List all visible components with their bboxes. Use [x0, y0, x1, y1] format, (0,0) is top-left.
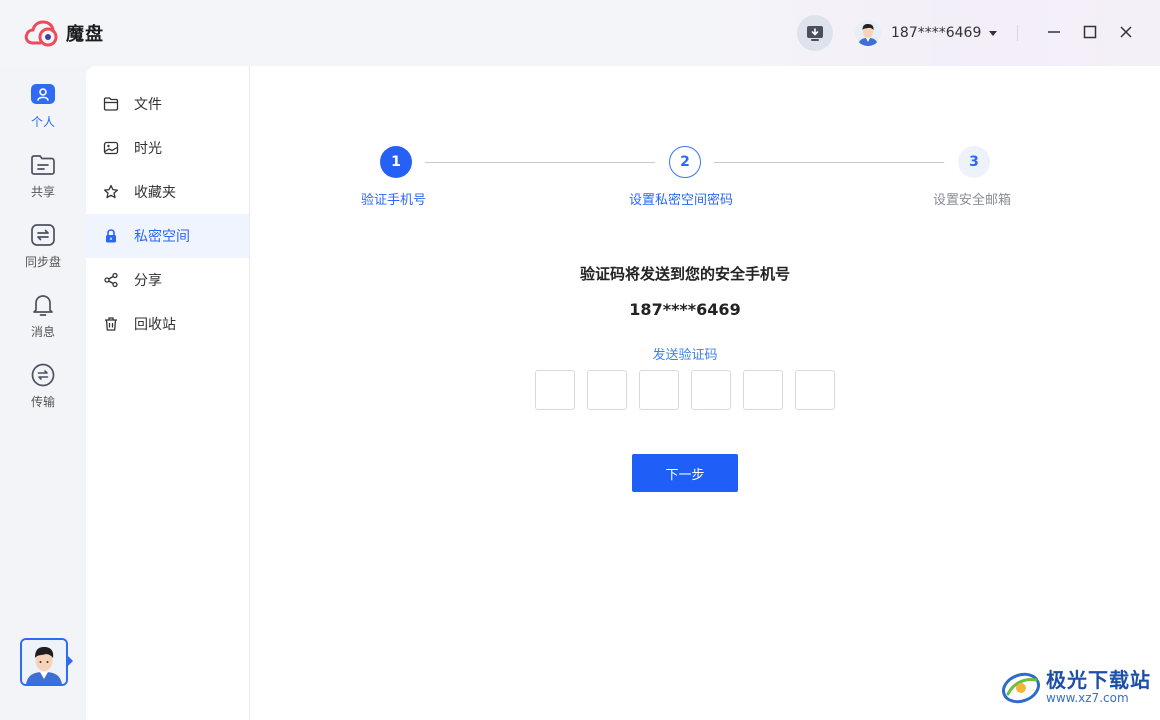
step-2-label: 设置私密空间密码 [629, 193, 734, 208]
step-3-label: 设置安全邮箱 [933, 193, 1012, 208]
minimize-button[interactable] [1044, 22, 1064, 42]
nav-item-files[interactable]: 文件 [86, 82, 249, 126]
rail-label: 同步盘 [24, 255, 61, 269]
close-icon [1120, 26, 1132, 38]
watermark-logo-icon [1002, 672, 1040, 704]
step-connector [714, 162, 944, 163]
rail-item-transfer[interactable]: 传输 [0, 362, 86, 418]
send-code-link[interactable]: 发送验证码 [652, 348, 717, 363]
nav-panel: 文件 时光 收藏夹 私密空间 分享 回收站 [86, 66, 249, 720]
nav-label: 分享 [134, 273, 162, 289]
minimize-icon [1048, 31, 1060, 33]
verify-phone: 187****6469 [629, 300, 741, 319]
close-button[interactable] [1116, 22, 1136, 42]
nav-item-share[interactable]: 分享 [86, 258, 249, 302]
chevron-down-icon [989, 30, 998, 36]
send-code-row: 发送验证码 [250, 344, 1120, 363]
watermark: 极光下载站 www.xz7.com [1000, 668, 1151, 706]
app-logo: 魔盘 [24, 19, 104, 47]
code-input-row [535, 370, 847, 410]
transfer-icon [30, 362, 56, 388]
bell-icon [30, 292, 56, 318]
rail-item-share[interactable]: 共享 [0, 152, 86, 208]
lock-icon [102, 227, 120, 245]
step-3-indicator: 3 [958, 146, 990, 178]
step-connector [425, 162, 655, 163]
title-bar: 魔盘 187****6469 [0, 0, 1160, 66]
code-digit-input[interactable] [795, 370, 835, 410]
cloud-logo-icon [24, 20, 58, 47]
step-1-label: 验证手机号 [361, 193, 427, 208]
nav-item-moments[interactable]: 时光 [86, 126, 249, 170]
profile-avatar-button[interactable] [20, 638, 68, 686]
watermark-url: www.xz7.com [1046, 691, 1129, 705]
avatar [22, 640, 66, 684]
code-digit-input[interactable] [587, 370, 627, 410]
left-rail: 个人 共享 同步盘 消息 传输 [0, 66, 86, 720]
nav-label: 私密空间 [134, 229, 190, 245]
code-digit-input[interactable] [743, 370, 783, 410]
maximize-icon [1083, 25, 1097, 39]
nav-label: 时光 [134, 141, 162, 157]
step-2-indicator: 2 [669, 146, 701, 178]
nav-item-favorites[interactable]: 收藏夹 [86, 170, 249, 214]
nav-item-private-space[interactable]: 私密空间 [86, 214, 249, 258]
folder-share-icon [30, 152, 56, 178]
rail-item-messages[interactable]: 消息 [0, 292, 86, 348]
rail-label: 个人 [30, 115, 55, 129]
user-avatar [855, 20, 881, 46]
rail-item-personal[interactable]: 个人 [0, 82, 86, 138]
verify-hint: 验证码将发送到您的安全手机号 [579, 265, 790, 283]
download-icon [807, 26, 823, 41]
person-icon [30, 82, 56, 108]
nav-label: 文件 [134, 97, 162, 113]
nav-label: 收藏夹 [134, 185, 176, 201]
nav-item-recycle-bin[interactable]: 回收站 [86, 302, 249, 346]
share-icon [102, 271, 120, 289]
user-phone: 187****6469 [891, 25, 982, 41]
code-digit-input[interactable] [639, 370, 679, 410]
main-content: 1 2 3 验证手机号 设置私密空间密码 设置安全邮箱 验证码将发送到您的安全手… [250, 66, 1160, 720]
rail-item-sync[interactable]: 同步盘 [0, 222, 86, 278]
next-step-button[interactable]: 下一步 [632, 454, 738, 492]
rail-label: 共享 [30, 185, 55, 199]
step-1-indicator: 1 [380, 146, 412, 178]
folder-icon [102, 95, 120, 113]
title-divider [1017, 25, 1018, 41]
app-name: 魔盘 [66, 24, 104, 45]
star-icon [102, 183, 120, 201]
code-digit-input[interactable] [535, 370, 575, 410]
trash-icon [102, 315, 120, 333]
user-menu[interactable]: 187****6469 [855, 19, 998, 47]
sync-icon [30, 222, 56, 248]
watermark-title: 极光下载站 [1046, 668, 1151, 692]
nav-label: 回收站 [134, 317, 176, 333]
code-digit-input[interactable] [691, 370, 731, 410]
avatar-arrow-icon [68, 656, 73, 666]
maximize-button[interactable] [1080, 22, 1100, 42]
rail-label: 消息 [30, 325, 55, 339]
download-button[interactable] [797, 15, 833, 51]
image-icon [102, 139, 120, 157]
rail-label: 传输 [30, 395, 55, 409]
